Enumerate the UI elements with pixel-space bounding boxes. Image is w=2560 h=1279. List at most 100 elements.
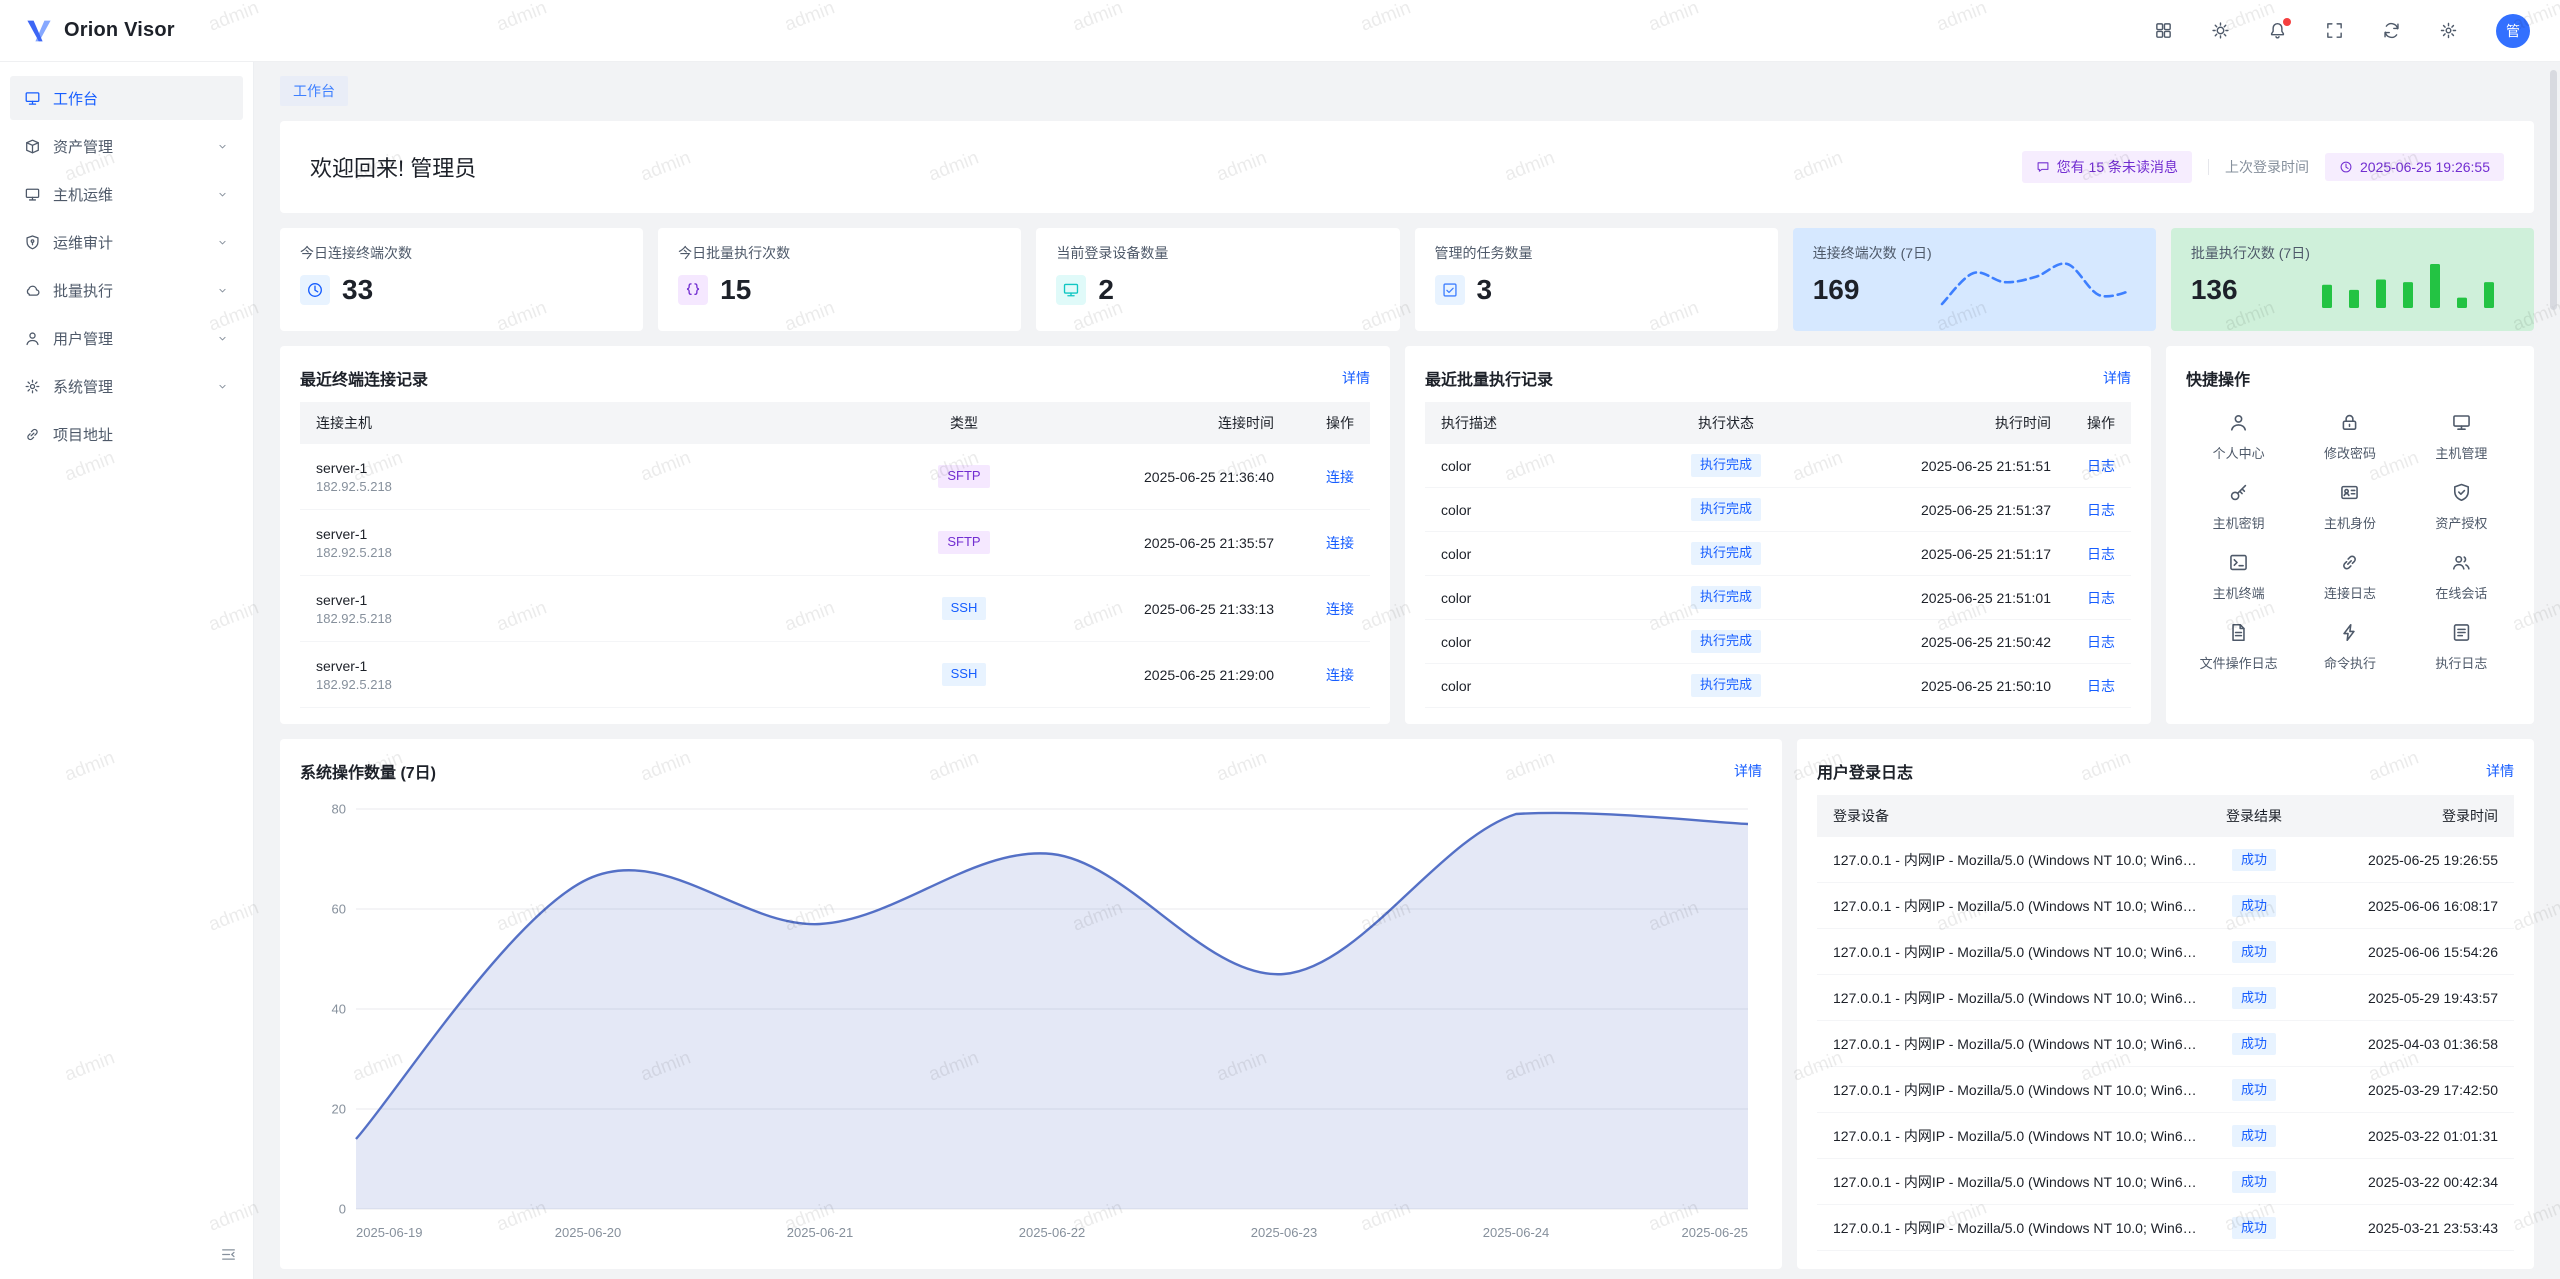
stat-value: 2 bbox=[1098, 274, 1114, 306]
quick-action-label: 命令执行 bbox=[2324, 653, 2376, 672]
sun-icon bbox=[2211, 21, 2230, 40]
svg-text:0: 0 bbox=[339, 1202, 346, 1217]
column-header: 执行时间 bbox=[1801, 413, 2051, 433]
connect-link[interactable]: 连接 bbox=[1326, 535, 1354, 551]
svg-text:2025-06-20: 2025-06-20 bbox=[555, 1225, 622, 1240]
theme-toggle-icon[interactable] bbox=[2211, 21, 2230, 40]
terminal-row: server-1 182.92.5.218 SSH 2025-06-25 21:… bbox=[300, 642, 1370, 708]
message-icon bbox=[2036, 160, 2050, 174]
sidebar-item-host-ops[interactable]: 主机运维 bbox=[10, 172, 243, 216]
sidebar-item-project-link[interactable]: 项目地址 bbox=[10, 412, 243, 456]
app-header: Orion Visor 管 bbox=[0, 0, 2560, 62]
key-icon bbox=[2228, 482, 2249, 503]
login-row: 127.0.0.1 - 内网IP - Mozilla/5.0 (Windows … bbox=[1817, 1205, 2514, 1251]
quick-action-label: 主机管理 bbox=[2435, 443, 2487, 462]
reload-icon bbox=[2382, 21, 2401, 40]
unread-messages-badge[interactable]: 您有 15 条未读消息 bbox=[2022, 151, 2192, 183]
quick-action-connect-log[interactable]: 连接日志 bbox=[2297, 552, 2402, 602]
detail-link[interactable]: 详情 bbox=[1342, 368, 1370, 388]
sidebar-item-audit[interactable]: 运维审计 bbox=[10, 220, 243, 264]
stat-cards-row: 今日连接终端次数 33 今日批量执行次数 15 当前登录设备数量 bbox=[280, 228, 2534, 332]
breadcrumb: 工作台 bbox=[280, 76, 2534, 106]
recent-terminal-panel: 最近终端连接记录 详情 连接主机 类型 连接时间 操作 bbox=[280, 346, 1390, 724]
assets-icon bbox=[24, 138, 41, 155]
quick-action-change-password[interactable]: 修改密码 bbox=[2297, 412, 2402, 462]
log-link[interactable]: 日志 bbox=[2087, 502, 2115, 518]
exec-status-tag: 执行完成 bbox=[1691, 586, 1761, 608]
login-result-tag: 成功 bbox=[2232, 941, 2276, 963]
quick-action-host-identity[interactable]: 主机身份 bbox=[2297, 482, 2402, 532]
quick-action-file-log[interactable]: 文件操作日志 bbox=[2186, 622, 2291, 672]
bottom-row: 系统操作数量 (7日) 详情 0204060802025-06-192025-0… bbox=[280, 739, 2534, 1269]
exec-time: 2025-06-25 21:51:51 bbox=[1801, 458, 2051, 474]
sidebar-item-assets[interactable]: 资产管理 bbox=[10, 124, 243, 168]
login-device: 127.0.0.1 - 内网IP - Mozilla/5.0 (Windows … bbox=[1817, 896, 2199, 916]
sidebar-item-workbench[interactable]: 工作台 bbox=[10, 76, 243, 120]
login-row: 127.0.0.1 - 内网IP - Mozilla/5.0 (Windows … bbox=[1817, 929, 2514, 975]
quick-action-label: 主机终端 bbox=[2213, 583, 2265, 602]
quick-action-asset-auth[interactable]: 资产授权 bbox=[2409, 482, 2514, 532]
user-avatar[interactable]: 管 bbox=[2496, 14, 2530, 48]
log-link[interactable]: 日志 bbox=[2087, 678, 2115, 694]
quick-action-command-exec[interactable]: 命令执行 bbox=[2297, 622, 2402, 672]
stat-title: 当前登录设备数量 bbox=[1056, 243, 1379, 263]
breadcrumb-item-workbench[interactable]: 工作台 bbox=[280, 76, 348, 106]
quick-action-personal-center[interactable]: 个人中心 bbox=[2186, 412, 2291, 462]
panel-title: 快捷操作 bbox=[2186, 366, 2250, 390]
detail-link[interactable]: 详情 bbox=[1734, 761, 1762, 781]
quick-action-label: 主机身份 bbox=[2324, 513, 2376, 532]
detail-link[interactable]: 详情 bbox=[2486, 761, 2514, 781]
login-row: 127.0.0.1 - 内网IP - Mozilla/5.0 (Windows … bbox=[1817, 975, 2514, 1021]
panel-title: 用户登录日志 bbox=[1817, 759, 1913, 783]
refresh-icon[interactable] bbox=[2382, 21, 2401, 40]
connect-link[interactable]: 连接 bbox=[1326, 469, 1354, 485]
quick-action-host-manage[interactable]: 主机管理 bbox=[2409, 412, 2514, 462]
login-result-tag: 成功 bbox=[2232, 1217, 2276, 1239]
divider bbox=[2208, 159, 2209, 175]
log-link[interactable]: 日志 bbox=[2087, 634, 2115, 650]
exec-time: 2025-06-25 21:50:10 bbox=[1801, 678, 2051, 694]
sidebar-item-system[interactable]: 系统管理 bbox=[10, 364, 243, 408]
login-device: 127.0.0.1 - 内网IP - Mozilla/5.0 (Windows … bbox=[1817, 1126, 2199, 1146]
chevron-down-icon bbox=[216, 188, 229, 201]
sidebar-item-label: 批量执行 bbox=[53, 280, 113, 301]
connect-time: 2025-06-25 21:29:00 bbox=[1024, 667, 1274, 683]
quick-action-host-key[interactable]: 主机密钥 bbox=[2186, 482, 2291, 532]
chevron-down-icon bbox=[216, 380, 229, 393]
quick-action-exec-log[interactable]: 执行日志 bbox=[2409, 622, 2514, 672]
sidebar-item-label: 主机运维 bbox=[53, 184, 113, 205]
stat-value: 169 bbox=[1813, 274, 1860, 306]
quick-action-online-session[interactable]: 在线会话 bbox=[2409, 552, 2514, 602]
svg-text:2025-06-22: 2025-06-22 bbox=[1019, 1225, 1086, 1240]
log-link[interactable]: 日志 bbox=[2087, 458, 2115, 474]
log-link[interactable]: 日志 bbox=[2087, 546, 2115, 562]
protocol-tag: SSH bbox=[942, 663, 987, 685]
sidebar-item-label: 用户管理 bbox=[53, 328, 113, 349]
log-link[interactable]: 日志 bbox=[2087, 590, 2115, 606]
connect-link[interactable]: 连接 bbox=[1326, 667, 1354, 683]
file-icon bbox=[2228, 622, 2249, 643]
column-header: 类型 bbox=[904, 413, 1024, 433]
login-time: 2025-06-06 16:08:17 bbox=[2309, 898, 2514, 914]
settings-gear-icon[interactable] bbox=[2439, 21, 2458, 40]
lightning-icon bbox=[2339, 622, 2360, 643]
apps-icon[interactable] bbox=[2154, 21, 2173, 40]
notification-dot bbox=[2283, 18, 2291, 26]
stat-card-terminal-today: 今日连接终端次数 33 bbox=[280, 228, 643, 332]
notifications-bell[interactable] bbox=[2268, 21, 2287, 40]
scrollbar-thumb[interactable] bbox=[2550, 70, 2557, 310]
quick-action-host-terminal[interactable]: 主机终端 bbox=[2186, 552, 2291, 602]
connect-link[interactable]: 连接 bbox=[1326, 601, 1354, 617]
chevron-down-icon bbox=[216, 332, 229, 345]
sidebar-collapse-button[interactable] bbox=[220, 1246, 237, 1263]
sidebar-item-batch-exec[interactable]: 批量执行 bbox=[10, 268, 243, 312]
expand-icon bbox=[2325, 21, 2344, 40]
fullscreen-icon[interactable] bbox=[2325, 21, 2344, 40]
quick-actions-panel: 快捷操作 个人中心 修改密码 主机管理 主机密钥 主机身份 资产授权 主机终端 … bbox=[2166, 346, 2534, 724]
app-title: Orion Visor bbox=[64, 19, 175, 42]
sidebar-item-label: 资产管理 bbox=[53, 136, 113, 157]
detail-link[interactable]: 详情 bbox=[2103, 368, 2131, 388]
sidebar-item-users[interactable]: 用户管理 bbox=[10, 316, 243, 360]
stat-title: 今日批量执行次数 bbox=[678, 243, 1001, 263]
quick-action-label: 个人中心 bbox=[2213, 443, 2265, 462]
